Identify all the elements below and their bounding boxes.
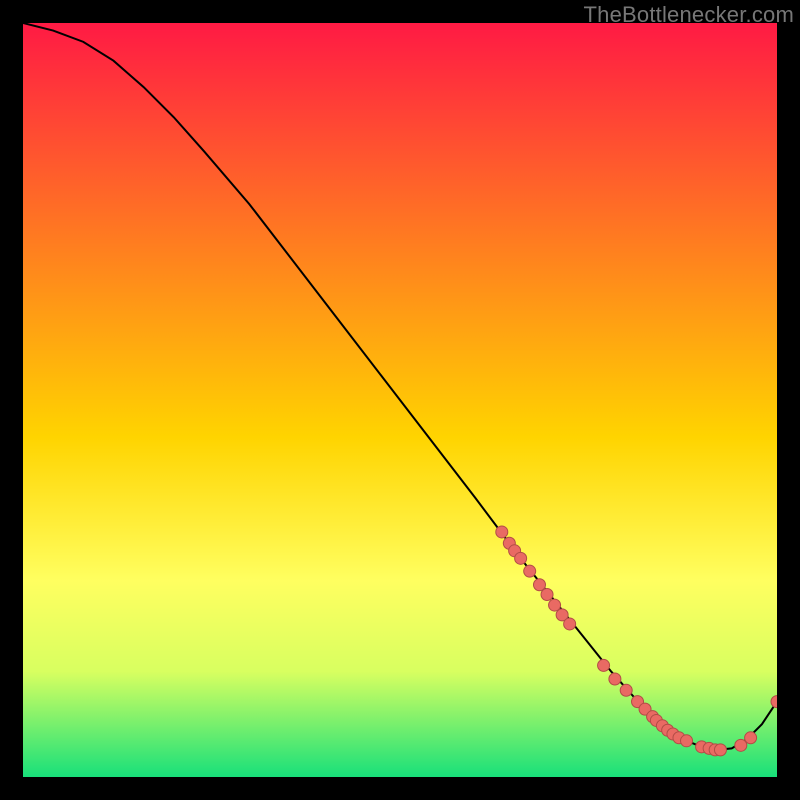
chart-frame: TheBottlenecker.com [0,0,800,800]
data-point [524,565,536,577]
data-point [549,599,561,611]
data-point [515,552,527,564]
data-point [735,739,747,751]
data-point [609,673,621,685]
data-point [620,684,632,696]
data-point [496,526,508,538]
data-point [714,744,726,756]
data-point [533,579,545,591]
data-point [681,735,693,747]
plot-area [23,23,777,777]
watermark: TheBottlenecker.com [584,2,794,28]
plot-svg [23,23,777,777]
data-point [598,659,610,671]
data-point [541,589,553,601]
data-point [745,732,757,744]
data-point [564,618,576,630]
